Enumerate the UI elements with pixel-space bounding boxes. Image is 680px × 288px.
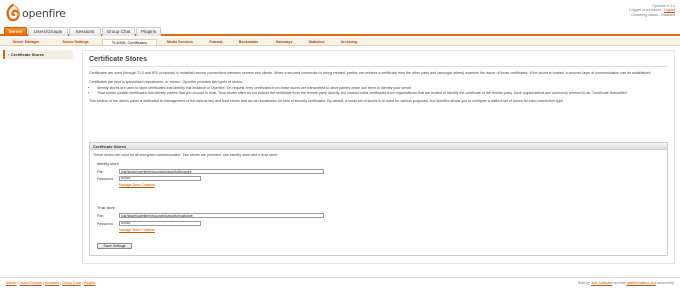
clustering-status: Clustering status - Disabled [631,12,675,17]
identity-store-title: Identity store [97,162,119,166]
ignite-realtime-link[interactable]: IgniteRealtime.org [626,281,655,285]
footer-credit: Built by Jive Software and the IgniteRea… [578,281,674,285]
certificate-stores-panel: Certificate Stores These stores are used… [89,142,668,256]
identity-file-label: File: [97,170,104,174]
main-content: Certificate Stores Certificates are used… [82,50,675,264]
header-info: Openfire 4.2.1 Logged in as admin - Logo… [629,4,675,17]
subtab-media-services[interactable]: Media Services [160,39,200,45]
trust-manage-link[interactable]: Manage Store Contents [119,228,155,232]
identity-manage-link[interactable]: Manage Store Contents [119,183,155,187]
tab-server[interactable]: Server [4,27,27,36]
identity-password-label: Password: [97,177,114,181]
tab-group-chat[interactable]: Group Chat [102,27,135,36]
logout-link[interactable]: Logout [664,8,675,12]
subtab-bookmarks[interactable]: Bookmarks [232,39,265,45]
tab-plugins[interactable]: Plugins [136,27,161,36]
trust-file-label: File: [97,214,104,218]
subtab-archiving[interactable]: Archiving [334,39,364,45]
subtab-statistics[interactable]: Statistics [303,39,330,45]
credit-middle: and the [613,281,626,285]
trust-password-input[interactable]: •••••••• [119,221,201,226]
panel-title: Certificate Stores [90,143,667,150]
footer-link-users-groups[interactable]: Users/Groups [20,281,42,285]
identity-file-input[interactable] [119,169,324,174]
credit-prefix: Built by [578,281,590,285]
page-title: Certificate Stores [89,56,668,67]
jive-software-link[interactable]: Jive Software [591,281,613,285]
subtab-server-manager[interactable]: Server Manager [4,39,48,45]
list-item: Trust stores contain certificates that i… [97,91,668,96]
subtab-gateways[interactable]: Gateways [269,39,299,45]
panel-intro: These stores are used for all encrypted … [93,153,279,157]
identity-password-input[interactable]: •••••••• [119,176,201,181]
sub-tabs: Server Manager Server Settings TLS/SSL C… [0,38,680,46]
footer: Server | Users/Groups | Sessions | Group… [0,277,680,288]
footer-link-group-chat[interactable]: Group Chat [62,281,81,285]
main-tabs: Server Users/Groups Sessions Group Chat … [0,27,680,36]
brand-name: openfire [22,6,66,20]
sidebar: • Certificate Stores [3,50,73,59]
bullet-icon: • [8,52,10,57]
save-settings-button[interactable]: Save Settings [97,243,132,249]
sidebar-item-label: Certificate Stores [10,52,45,57]
logged-in-prefix: Logged in as [629,8,650,13]
footer-link-server[interactable]: Server [6,281,17,285]
openfire-logo[interactable]: openfire [5,4,66,22]
openfire-swirl-icon [6,4,20,22]
tab-users-groups[interactable]: Users/Groups [28,27,68,36]
footer-link-plugins[interactable]: Plugins [84,281,96,285]
trust-file-input[interactable] [119,213,324,218]
trust-store-title: Trust store [97,206,116,210]
admin-section-paragraph: This section of the admin panel is dedic… [89,99,564,104]
sidebar-item-certificate-stores[interactable]: • Certificate Stores [8,50,44,59]
footer-nav: Server | Users/Groups | Sessions | Group… [6,281,95,285]
subtab-tls-ssl-certificates[interactable]: TLS/SSL Certificates [102,39,157,45]
store-types-list: Identity stores are used to store certif… [97,86,668,95]
trust-password-label: Password: [97,222,114,226]
header: openfire Openfire 4.2.1 Logged in as adm… [0,0,680,25]
footer-link-sessions[interactable]: Sessions [45,281,60,285]
current-user: admin [651,8,661,13]
stores-paragraph: Certificates are kept in specialized rep… [89,79,243,84]
credit-suffix: community [656,281,674,285]
subtab-server-settings[interactable]: Server Settings [53,39,98,45]
intro-paragraph: Certificates are used (through TLS and S… [89,71,652,75]
subtab-pubsub[interactable]: Pubsub [204,39,228,45]
tab-sessions[interactable]: Sessions [69,27,101,36]
